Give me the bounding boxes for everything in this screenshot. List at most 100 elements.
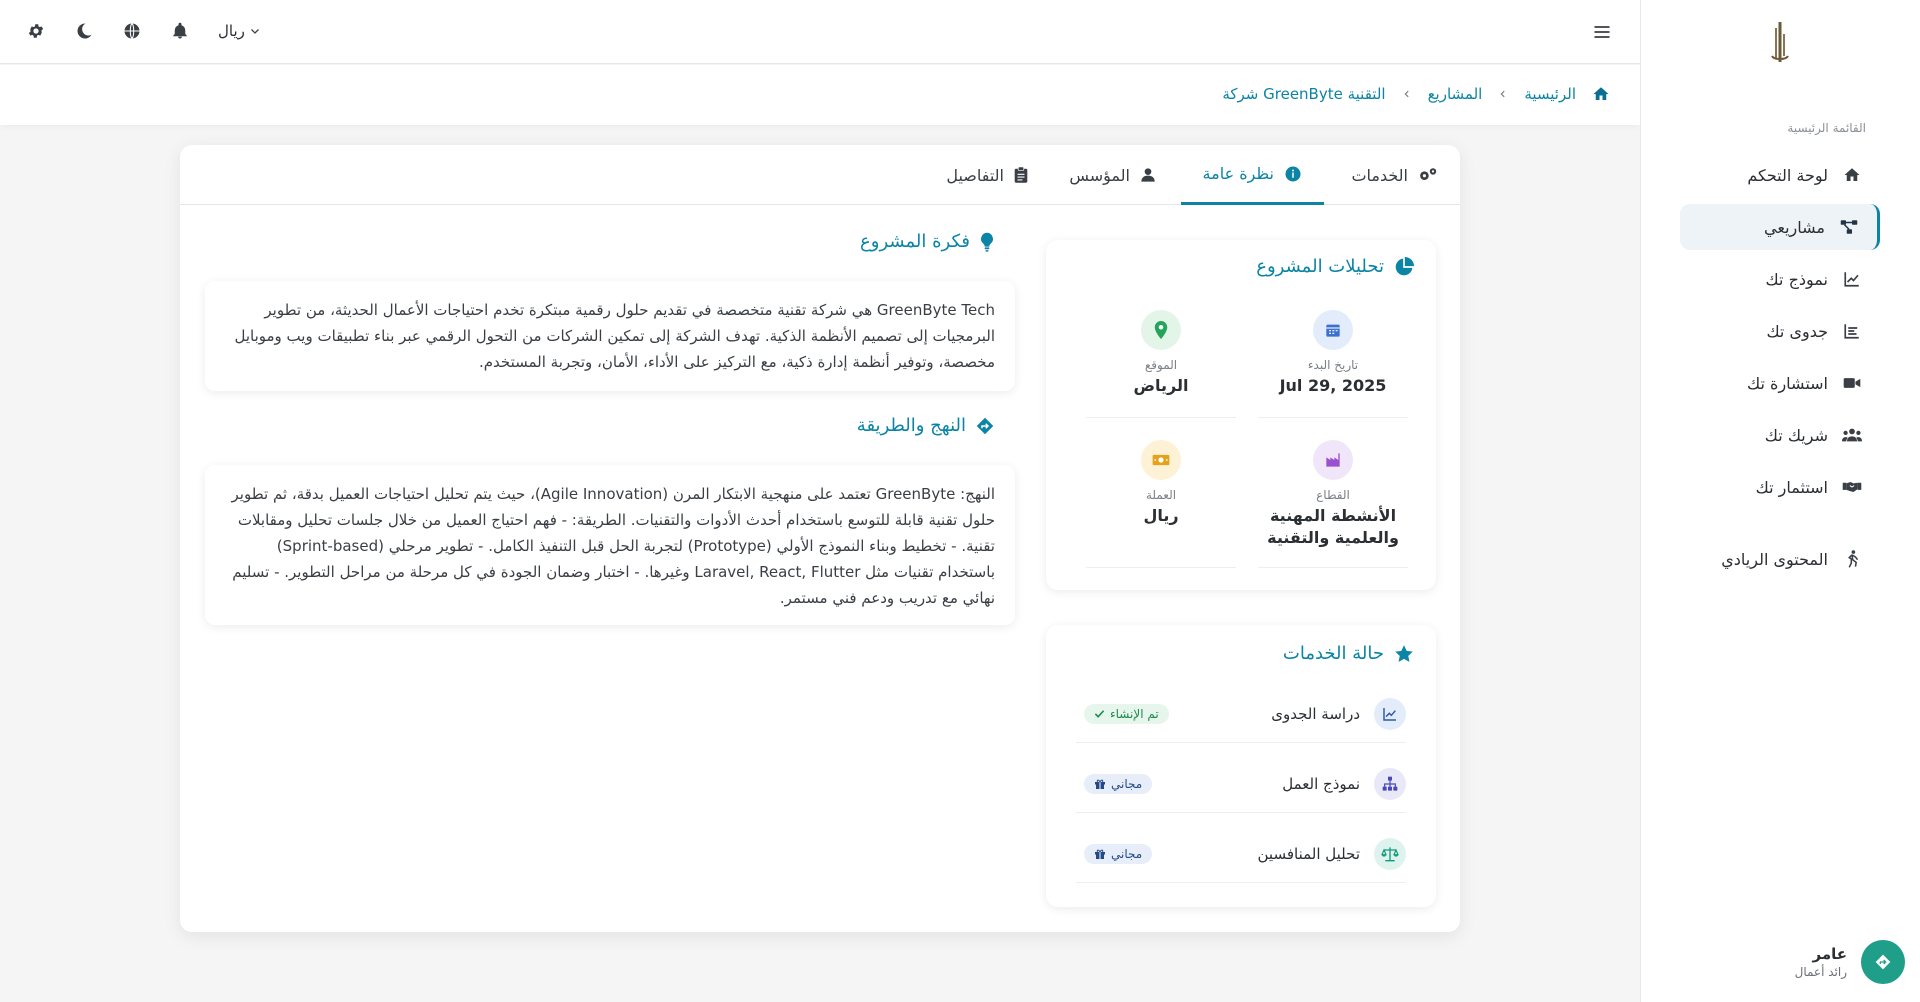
- chart-line-icon: [1842, 269, 1862, 289]
- approach-text-panel: النهج: GreenByte تعتمد على منهجية الابتك…: [205, 465, 1015, 625]
- sidebar-item-model-tech[interactable]: نموذج تك: [1680, 256, 1880, 302]
- sitemap-icon: [1374, 767, 1406, 800]
- tab-overview[interactable]: نظرة عامة: [1180, 145, 1324, 205]
- person-running-icon: [1842, 549, 1862, 569]
- sidebar-item-dashboard[interactable]: لوحة التحكم: [1680, 152, 1880, 198]
- project-diagram-icon: [1839, 217, 1859, 237]
- gift-icon: [1094, 848, 1106, 860]
- user-icon: [1140, 166, 1156, 184]
- gear-icon[interactable]: [26, 21, 46, 41]
- approach-title: النهج والطريقة: [857, 415, 994, 436]
- tab-details-label: التفاصيل: [946, 165, 1004, 185]
- topbar-tools: ريال: [26, 21, 261, 41]
- stat-currency-value: ريال: [1143, 506, 1179, 525]
- sidebar-item-label: شريك تك: [1764, 425, 1828, 445]
- sidebar-item-consult-tech[interactable]: استشارة تك: [1680, 360, 1880, 406]
- sidebar-item-feasibility-tech[interactable]: جدوى تك: [1680, 308, 1880, 354]
- analytics-title-text: تحليلات المشروع: [1256, 256, 1384, 277]
- service-row-feasibility[interactable]: دراسة الجدوى تم الإنشاء: [1076, 685, 1406, 743]
- user-profile[interactable]: عامر رائد أعمال: [1795, 940, 1905, 984]
- breadcrumb-home[interactable]: الرئيسية: [1524, 85, 1576, 103]
- sidebar-item-label: استثمار تك: [1755, 477, 1828, 497]
- tab-services[interactable]: الخدمات: [1329, 145, 1460, 205]
- chart-bars-icon: [1842, 321, 1862, 341]
- idea-text: GreenByte Tech هي شركة تقنية متخصصة في ت…: [234, 301, 995, 371]
- menu-title: القائمة الرئيسية: [1787, 121, 1866, 135]
- tab-details[interactable]: التفاصيل: [924, 145, 1050, 205]
- video-icon: [1842, 373, 1862, 393]
- sidebar-item-my-projects[interactable]: مشاريعي: [1680, 204, 1880, 250]
- chevron-left-icon: [1498, 88, 1508, 100]
- pie-chart-icon: [1394, 256, 1414, 277]
- users-icon: [1842, 425, 1862, 445]
- chevron-down-icon: [249, 25, 261, 37]
- analytics-title: تحليلات المشروع: [1256, 256, 1414, 277]
- home-icon: [1842, 165, 1862, 185]
- service-name: تحليل المنافسين: [1258, 837, 1406, 870]
- currency-select-value: ريال: [218, 22, 245, 40]
- sidebar: القائمة الرئيسية لوحة التحكم مشاريعي نمو…: [1640, 0, 1920, 1002]
- breadcrumb-current: شركة GreenByte التقنية: [1222, 85, 1386, 103]
- bell-icon[interactable]: [170, 21, 190, 41]
- service-name: نموذج العمل: [1282, 767, 1406, 800]
- breadcrumb-projects[interactable]: المشاريع: [1428, 85, 1483, 103]
- stat-location-label: الموقع: [1144, 358, 1178, 372]
- status-badge: مجاني: [1084, 843, 1153, 864]
- stat-start-date-value: Jul 29, 2025: [1279, 376, 1387, 395]
- services-title: حالة الخدمات: [1283, 643, 1414, 664]
- idea-title: فكرة المشروع: [860, 231, 994, 252]
- diamond-turn-right-icon: [976, 417, 994, 435]
- chevron-left-icon: [1402, 88, 1412, 100]
- hamburger-icon[interactable]: [1592, 22, 1612, 42]
- stat-sector-value: الأنشطة المهنية والعلمية والتقنية: [1267, 506, 1399, 547]
- stat-currency-label: العملة: [1145, 488, 1177, 502]
- moon-icon[interactable]: [74, 21, 94, 41]
- status-badge-text: مجاني: [1111, 776, 1143, 791]
- home-icon[interactable]: [1592, 85, 1610, 103]
- sidebar-item-label: جدوى تك: [1766, 321, 1828, 341]
- approach-title-text: النهج والطريقة: [856, 415, 966, 436]
- sidebar-item-label: استشارة تك: [1747, 373, 1828, 393]
- service-name-text: دراسة الجدوى: [1271, 704, 1360, 723]
- services-status: حالة الخدمات دراسة الجدوى تم الإنشاء نمو…: [1046, 625, 1436, 907]
- idea-title-text: فكرة المشروع: [860, 231, 970, 252]
- scale-balanced-icon: [1374, 837, 1406, 870]
- sidebar-item-partner-tech[interactable]: شريك تك: [1680, 412, 1880, 458]
- sidebar-item-label: مشاريعي: [1764, 217, 1825, 237]
- globe-icon[interactable]: [122, 21, 142, 41]
- avatar: [1861, 940, 1905, 984]
- stat-location-value: الرياض: [1133, 376, 1189, 395]
- sidebar-item-label: لوحة التحكم: [1747, 165, 1828, 185]
- app-logo[interactable]: [1766, 20, 1794, 64]
- service-row-competitors[interactable]: تحليل المنافسين مجاني: [1076, 825, 1406, 883]
- stat-start-date-label: تاريخ البدء: [1307, 358, 1359, 372]
- tabs: الخدمات نظرة عامة المؤسس التفاصيل: [180, 145, 1460, 205]
- service-row-business-model[interactable]: نموذج العمل مجاني: [1076, 755, 1406, 813]
- clipboard-icon: [1014, 166, 1028, 184]
- map-pin-icon: [1141, 310, 1181, 350]
- approach-text: النهج: GreenByte تعتمد على منهجية الابتك…: [231, 485, 996, 607]
- sidebar-item-entrepreneurial-content[interactable]: المحتوى الريادي: [1680, 536, 1880, 582]
- stat-location: الموقع الرياض: [1086, 310, 1236, 418]
- industry-icon: [1313, 440, 1353, 480]
- project-card: الخدمات نظرة عامة المؤسس التفاصيل تحليلا…: [180, 145, 1460, 932]
- sidebar-item-invest-tech[interactable]: استثمار تك: [1680, 464, 1880, 510]
- idea-text-panel: GreenByte Tech هي شركة تقنية متخصصة في ت…: [205, 281, 1015, 391]
- status-badge-text: تم الإنشاء: [1110, 706, 1159, 721]
- gears-icon: [1418, 166, 1438, 184]
- stat-start-date: تاريخ البدء Jul 29, 2025: [1258, 310, 1408, 418]
- tab-founder[interactable]: المؤسس: [1047, 145, 1178, 205]
- lightbulb-icon: [980, 232, 994, 252]
- stat-sector: القطاع الأنشطة المهنية والعلمية والتقنية: [1258, 440, 1408, 568]
- breadcrumb-bar: الرئيسية المشاريع شركة GreenByte التقنية: [0, 65, 1640, 125]
- status-badge: مجاني: [1084, 773, 1153, 794]
- calendar-icon: [1313, 310, 1353, 350]
- status-badge: تم الإنشاء: [1084, 703, 1169, 724]
- top-bar: ريال: [0, 0, 1640, 64]
- service-name-text: نموذج العمل: [1282, 774, 1360, 793]
- services-title-text: حالة الخدمات: [1282, 643, 1384, 664]
- star-icon: [1394, 644, 1414, 664]
- sidebar-item-label: المحتوى الريادي: [1721, 549, 1828, 569]
- currency-select[interactable]: ريال: [218, 22, 261, 40]
- service-name: دراسة الجدوى: [1271, 697, 1406, 730]
